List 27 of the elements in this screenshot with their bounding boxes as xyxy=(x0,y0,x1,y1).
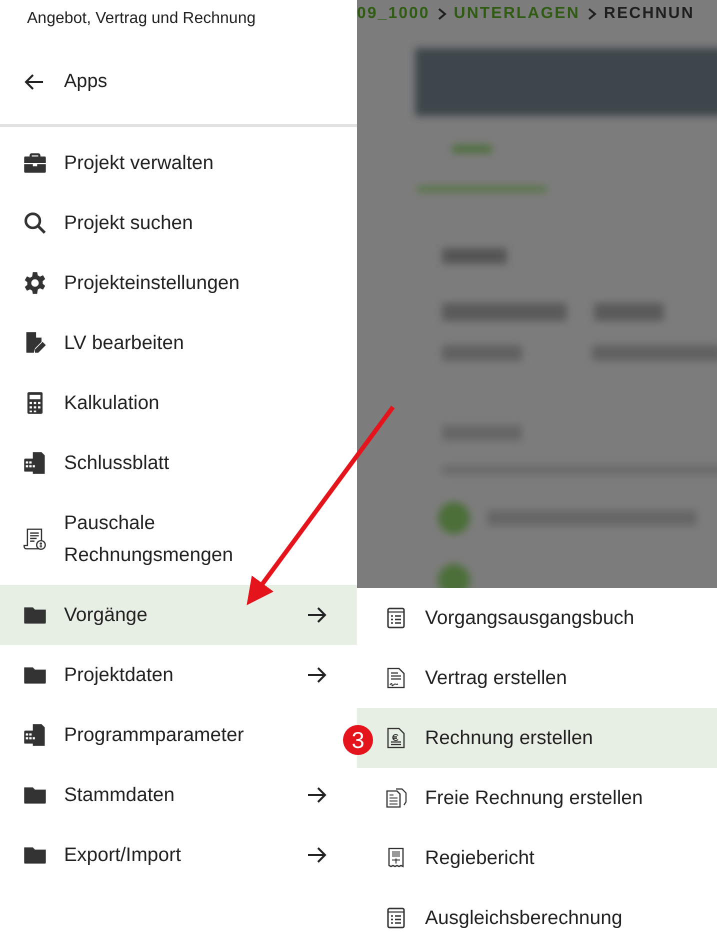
spreadsheet-icon xyxy=(22,450,48,476)
menu-item[interactable]: Vorgänge xyxy=(0,585,357,645)
scroll-dollar-icon xyxy=(22,526,48,552)
submenu-item[interactable]: Regiebericht xyxy=(357,828,717,888)
chevron-icon xyxy=(586,7,598,21)
menu-item[interactable]: Projekt suchen xyxy=(0,193,340,253)
app-title: Angebot, Vertrag und Rechnung xyxy=(26,9,257,29)
spreadsheet-icon xyxy=(22,722,48,748)
submenu-item[interactable]: Ausgleichsberechnung xyxy=(357,888,717,946)
menu-item[interactable]: Projekt verwalten xyxy=(0,133,340,193)
back-link[interactable]: Apps xyxy=(0,52,357,112)
gear-icon xyxy=(22,270,48,296)
submenu-item[interactable]: Vertrag erstellen xyxy=(357,648,717,708)
menu-item[interactable]: Schlussblatt xyxy=(0,433,340,493)
menu-item[interactable]: LV bearbeiten xyxy=(0,313,340,373)
submenu-item[interactable]: Vorgangsausgangsbuch xyxy=(357,588,717,648)
search-icon xyxy=(22,210,48,236)
breadcrumb-link[interactable]: RECHNUN xyxy=(604,5,694,23)
menu-item[interactable]: Programmparameter xyxy=(0,705,340,765)
chevron-icon xyxy=(436,7,448,21)
menu-item[interactable]: Stammdaten xyxy=(0,765,340,825)
menu-item[interactable]: Projektdaten xyxy=(0,645,340,705)
menu-item[interactable]: Kalkulation xyxy=(0,373,340,433)
menu-item[interactable]: Pauschale Rechnungsmengen xyxy=(0,493,340,585)
submenu-item[interactable]: Freie Rechnung erstellen xyxy=(357,768,717,828)
menu-item[interactable]: Export/Import xyxy=(0,825,340,885)
menu-item[interactable]: Projekteinstellungen xyxy=(0,253,340,313)
